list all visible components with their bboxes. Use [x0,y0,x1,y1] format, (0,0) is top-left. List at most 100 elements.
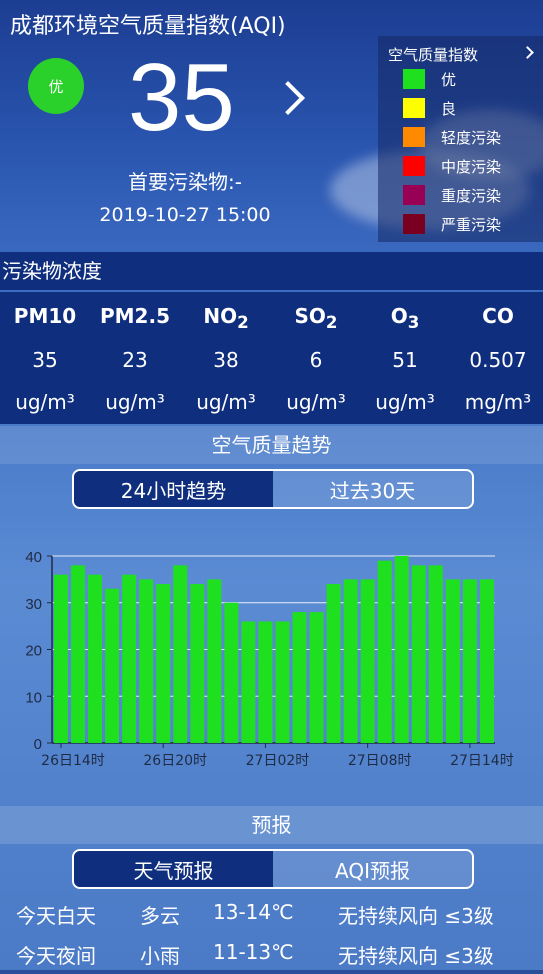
section-title: 空气质量趋势 [211,433,332,457]
bar [122,574,137,743]
pollutant-value: 35 [32,348,58,372]
bar [411,565,426,743]
legend-swatch [403,69,425,89]
forecast-period: 今天夜间 [16,944,96,968]
pollutant-unit: mg/m³ [464,390,532,414]
page-title: 成都环境空气质量指数(AQI) [10,14,286,39]
bar [54,574,68,743]
legend-label: 严重污染 [441,215,502,234]
legend-label: 中度污染 [441,157,502,176]
legend-title: 空气质量指数 [388,46,479,64]
legend-swatch [403,98,425,118]
tab-weather-forecast[interactable]: 天气预报 [74,851,273,887]
legend-item: 良 [403,97,456,119]
forecast-row: 今天白天 多云 13-14℃ 无持续风向 ≤3级 [0,890,543,934]
bar [462,579,477,743]
bar [224,602,239,743]
tab-past-30-days[interactable]: 过去30天 [273,471,472,507]
bar [156,584,171,743]
legend-item: 轻度污染 [403,126,501,148]
chevron-right-icon[interactable] [521,46,534,59]
y-tick-label: 30 [25,596,42,613]
pollutant-unit: ug/m³ [105,390,165,414]
aqi-trend-chart: 0 10 20 30 40 26日14时 26日20时 27日02时 27日08时 27日14时 [0,540,543,780]
tab-aqi-forecast[interactable]: AQI预报 [273,851,472,887]
pollutant-name: O3 [390,304,420,332]
bar [292,612,307,743]
bar [326,584,341,743]
x-tick-label: 27日08时 [348,753,412,769]
bar [207,579,222,743]
bar [139,579,154,743]
legend-swatch [403,185,425,205]
forecast-temp: 11-13℃ [213,940,294,964]
pollutant-table: PM10 35 ug/m³ PM2.5 23 ug/m³ NO2 38 ug/m… [0,292,543,424]
legend-label: 优 [441,70,457,89]
x-tick-label: 27日14时 [450,753,514,769]
forecast-tab-group: 天气预报 AQI预报 [72,849,474,889]
bar [275,621,290,743]
bar [394,556,409,743]
forecast-weather: 多云 [140,904,180,928]
y-tick-label: 0 [34,736,42,753]
legend-item: 优 [403,68,456,90]
pollutant-value: 6 [309,348,323,372]
bar [343,579,358,743]
pollutant-name: CO [482,304,514,328]
bar [71,565,86,743]
pollutant-unit: ug/m³ [375,390,435,414]
aqi-legend[interactable]: 空气质量指数 优 良 轻度污染 中度污染 重度污染 严重污染 [378,36,543,242]
y-tick-label: 20 [25,643,42,660]
bar [105,588,120,743]
legend-swatch [403,127,425,147]
pollutant-unit: ug/m³ [196,390,256,414]
legend-label: 重度污染 [441,186,502,205]
legend-item: 中度污染 [403,155,501,177]
forecast-weather: 小雨 [140,944,180,968]
forecast-temp: 13-14℃ [213,900,294,924]
bar [258,621,273,743]
bar [241,621,256,743]
bar [377,560,392,743]
x-tick-label: 26日20时 [143,753,207,769]
bar [88,574,103,743]
pollutant-value: 38 [213,348,239,372]
legend-item: 严重污染 [403,213,501,235]
forecast-wind: 无持续风向 ≤3级 [338,904,494,928]
aqi-level-badge: 优 [28,58,84,114]
trend-chart-svg: 0 10 20 30 40 26日14时 26日20时 27日02时 27日08时 27日14时 [25,549,514,769]
forecast-row: 今天夜间 小雨 11-13℃ 无持续风向 ≤3级 [0,930,543,974]
bar [309,612,324,743]
x-tick-label: 26日14时 [41,753,105,769]
y-tick-label: 10 [25,689,42,706]
primary-pollutant: 首要污染物:- [128,170,242,194]
trend-tab-group: 24小时趋势 过去30天 [72,469,474,509]
tab-24h-trend[interactable]: 24小时趋势 [74,471,273,507]
bar [360,579,375,743]
pollutant-name: SO2 [294,304,338,332]
forecast-wind: 无持续风向 ≤3级 [338,944,494,968]
legend-label: 轻度污染 [441,128,502,147]
aqi-value: 35 [128,44,235,151]
pollutant-name: PM2.5 [100,304,170,328]
pollutant-name: PM10 [13,304,77,328]
update-timestamp: 2019-10-27 15:00 [99,204,271,226]
legend-item: 重度污染 [403,184,501,206]
bar [445,579,460,743]
bar [428,565,443,743]
bar [190,584,205,743]
forecast-period: 今天白天 [16,904,96,928]
pollutant-value: 23 [122,348,148,372]
pollutant-value: 0.507 [469,348,527,372]
legend-swatch [403,214,425,234]
section-title: 预报 [251,813,292,837]
trend-section-header: 空气质量趋势 [0,426,543,464]
x-tick-label: 27日02时 [246,753,310,769]
pollutant-unit: ug/m³ [286,390,346,414]
legend-label: 良 [441,99,457,118]
pollutant-section-header: 污染物浓度 [0,252,543,290]
y-tick-label: 40 [25,549,42,566]
pollutant-value: 51 [392,348,418,372]
section-title: 污染物浓度 [2,259,102,283]
forecast-section-header: 预报 [0,806,543,844]
